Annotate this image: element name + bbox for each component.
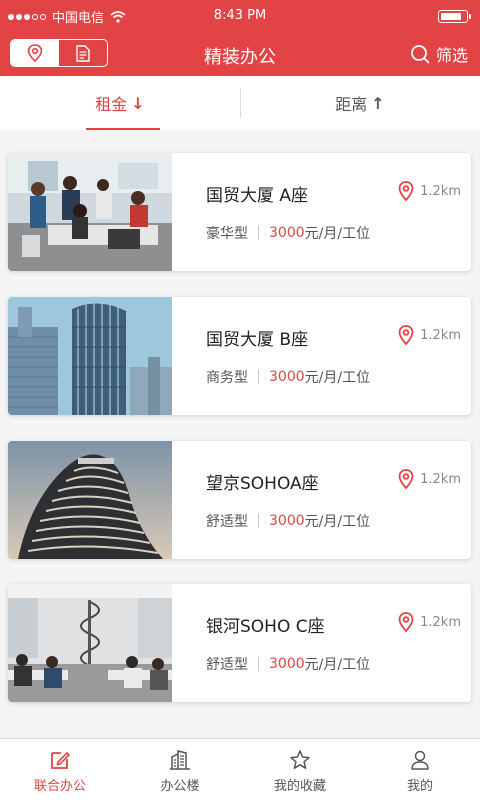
office-card[interactable]: 望京SOHOA座 1.2km 舒适型 3000 元/月/工位 [8,441,471,559]
price-unit: 元/月/工位 [304,514,371,530]
sort-by-rent-tab[interactable]: 租金 ↓ [0,76,240,130]
office-meta: 舒适型 3000 元/月/工位 [206,654,370,674]
navigation-bar: 精装办公 筛选 [0,32,480,76]
edit-square-icon [51,751,71,769]
filter-button[interactable]: 筛选 [410,42,468,66]
distance: 1.2km [398,469,461,489]
price-unit: 元/月/工位 [304,226,371,242]
office-name: 望京SOHOA座 [206,474,319,494]
tab-label: 办公楼 [160,779,200,794]
meta-divider [258,514,259,528]
office-name: 国贸大厦 B座 [206,330,309,350]
price-unit: 元/月/工位 [304,657,371,673]
office-meta: 商务型 3000 元/月/工位 [206,367,370,387]
office-card[interactable]: 银河SOHO C座 1.2km 舒适型 3000 元/月/工位 [8,584,471,702]
location-pin-icon [398,469,414,489]
tab-coworking[interactable]: 联合办公 [0,739,120,800]
arrow-up-icon: ↑ [371,93,385,113]
office-card[interactable]: 国贸大厦 A座 1.2km 豪华型 3000 元/月/工位 [8,153,471,271]
distance: 1.2km [398,181,461,201]
sort-distance-label: 距离 [335,95,368,114]
office-photo-cowork [8,584,172,702]
office-type: 舒适型 [206,657,248,673]
tab-favorites[interactable]: 我的收藏 [240,739,360,800]
office-meta: 豪华型 3000 元/月/工位 [206,223,370,243]
status-bar: 中国电信 8:43 PM [0,0,480,32]
office-meta: 舒适型 3000 元/月/工位 [206,511,370,531]
office-type: 舒适型 [206,514,248,530]
distance: 1.2km [398,612,461,632]
distance-value: 1.2km [420,614,461,630]
price-unit: 元/月/工位 [304,370,371,386]
status-time: 8:43 PM [213,8,267,23]
sort-rent-label: 租金 [95,95,128,114]
distance-value: 1.2km [420,327,461,343]
meta-divider [258,370,259,384]
star-icon [290,750,310,769]
sort-by-distance-tab[interactable]: 距离 ↑ [240,76,480,130]
tab-office-building[interactable]: 办公楼 [120,739,240,800]
meta-divider [258,226,259,240]
page-title: 精装办公 [204,47,276,68]
office-name: 银河SOHO C座 [206,617,325,637]
office-photo-soho [8,441,172,559]
filter-label: 筛选 [435,46,468,65]
office-photo-tower [8,297,172,415]
location-pin-icon [398,181,414,201]
battery-icon [438,10,471,23]
tab-profile[interactable]: 我的 [360,739,480,800]
tab-label: 联合办公 [33,779,86,794]
location-pin-icon [398,612,414,632]
person-icon [411,750,429,770]
distance: 1.2km [398,325,461,345]
distance-value: 1.2km [420,471,461,487]
office-type: 豪华型 [206,226,248,242]
office-photo-meeting [8,153,172,271]
building-icon [170,750,190,770]
search-icon [411,45,430,64]
location-pin-icon [398,325,414,345]
distance-value: 1.2km [420,183,461,199]
office-price: 3000 [269,225,305,241]
office-name: 国贸大厦 A座 [206,186,309,206]
office-card[interactable]: 国贸大厦 B座 1.2km 商务型 3000 元/月/工位 [8,297,471,415]
office-price: 3000 [269,656,305,672]
office-price: 3000 [269,369,305,385]
tab-label: 我的收藏 [273,779,326,794]
sort-bar: 租金 ↓ 距离 ↑ [0,76,480,130]
bottom-tab-bar: 联合办公 办公楼 我的收藏 我的 [0,738,480,800]
office-type: 商务型 [206,370,248,386]
arrow-down-icon: ↓ [131,93,145,113]
tab-label: 我的 [406,779,433,794]
office-price: 3000 [269,513,305,529]
meta-divider [258,657,259,671]
